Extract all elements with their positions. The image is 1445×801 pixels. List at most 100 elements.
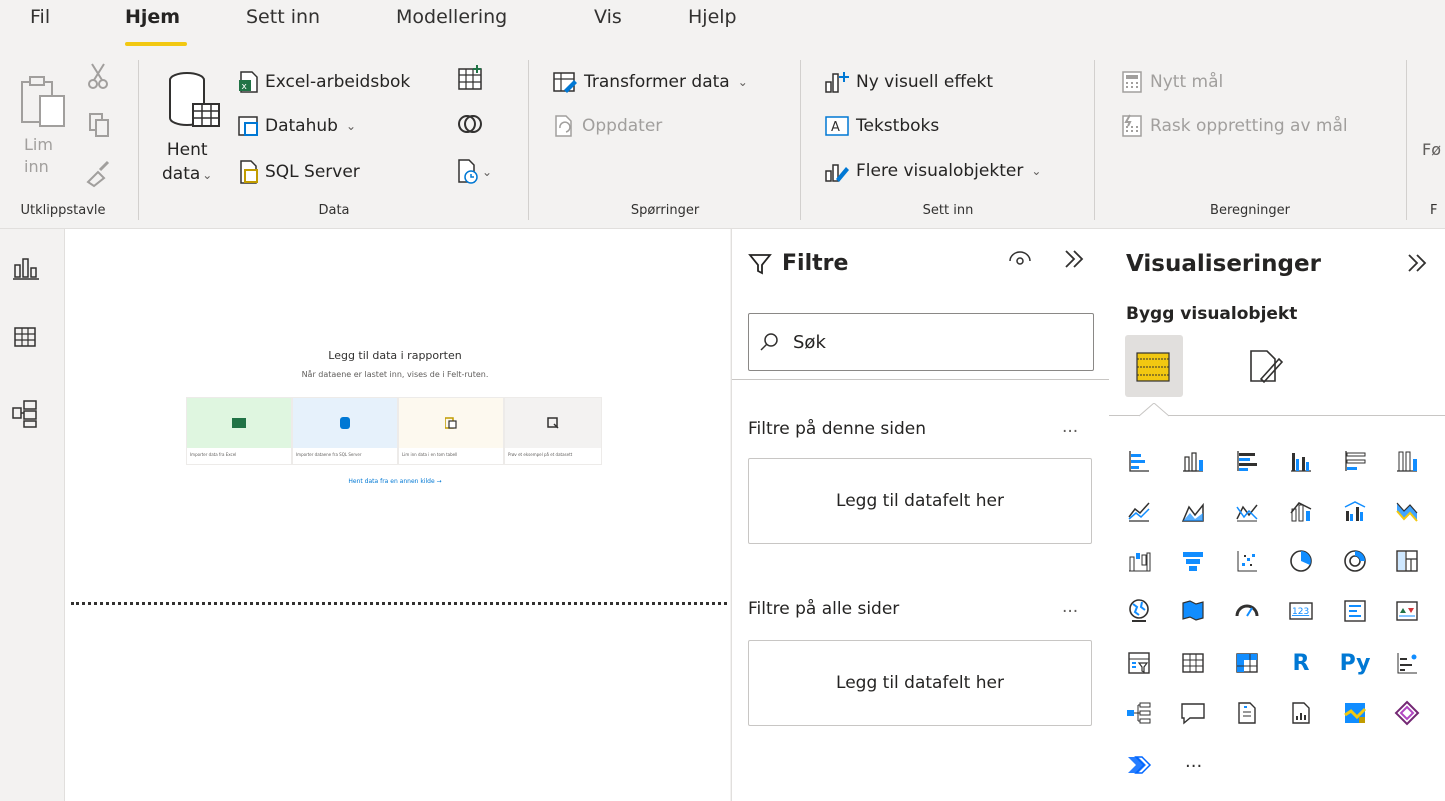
table-icon[interactable] (1179, 649, 1207, 677)
filled-map-icon[interactable] (1179, 597, 1207, 625)
cut-off-group-label: F (1430, 203, 1438, 218)
get-data-button[interactable] (165, 70, 225, 138)
all-filters-more-button[interactable]: ... (1062, 597, 1078, 617)
textbox-label: Tekstboks (856, 116, 940, 136)
cut-off-button-label: Fø (1422, 140, 1441, 159)
card-icon[interactable]: 123 (1287, 597, 1315, 625)
stacked-column-chart-icon[interactable] (1179, 447, 1207, 475)
collapse-visualizations-button[interactable] (1405, 251, 1429, 279)
matrix-icon[interactable] (1233, 649, 1261, 677)
menu-hjem[interactable]: Hjem (125, 6, 180, 28)
textbox-button[interactable]: A Tekstboks (824, 114, 939, 138)
group-separator (138, 60, 139, 220)
page-filters-drop-zone[interactable]: Legg til datafelt her (748, 458, 1092, 544)
double-chevron-right-icon (1065, 250, 1084, 268)
new-measure-button[interactable]: Nytt mål (1120, 70, 1223, 94)
sample-data-card-header (505, 398, 601, 448)
format-visual-tab[interactable] (1245, 347, 1285, 391)
calculations-group-label: Beregninger (1210, 203, 1290, 218)
paste-data-card[interactable]: Lim inn data i en tom tabell (398, 397, 504, 465)
menu-fil[interactable]: Fil (30, 6, 50, 28)
paginated-report-icon[interactable] (1287, 699, 1315, 727)
donut-chart-icon[interactable] (1341, 547, 1369, 575)
copy-button[interactable] (88, 112, 110, 142)
waterfall-chart-icon[interactable] (1125, 547, 1153, 575)
pie-chart-icon[interactable] (1287, 547, 1315, 575)
all-filters-drop-zone[interactable]: Legg til datafelt her (748, 640, 1092, 726)
group-separator (800, 60, 801, 220)
svg-text:x: x (242, 82, 248, 92)
area-chart-icon[interactable] (1179, 497, 1207, 525)
filter-search-input[interactable]: Søk (748, 313, 1094, 371)
multi-row-card-icon[interactable] (1341, 597, 1369, 625)
treemap-icon[interactable] (1393, 547, 1421, 575)
funnel-chart-icon[interactable] (1179, 547, 1207, 575)
r-script-visual-icon[interactable]: R (1287, 649, 1315, 677)
new-visual-button[interactable]: Ny visuell effekt (824, 70, 993, 94)
sample-data-card[interactable]: Prøv et eksempel på et datasett (504, 397, 602, 465)
clustered-bar-chart-icon[interactable] (1233, 447, 1261, 475)
more-visuals-ellipsis[interactable]: ... (1185, 751, 1202, 772)
sql-server-button[interactable]: SQL Server (237, 159, 360, 185)
scatter-chart-icon[interactable] (1233, 547, 1261, 575)
menu-modellering[interactable]: Modellering (396, 6, 507, 28)
fields-well-icon (1136, 352, 1170, 382)
clustered-column-chart-icon[interactable] (1287, 447, 1315, 475)
import-excel-card[interactable]: Importer data fra Excel (186, 397, 292, 465)
new-visual-icon (825, 72, 849, 93)
map-icon[interactable] (1125, 597, 1153, 625)
menu-vis[interactable]: Vis (594, 6, 622, 28)
more-visuals-button[interactable]: Flere visualobjekter ⌄ (824, 159, 1041, 183)
format-painter-button[interactable] (84, 160, 112, 192)
enter-data-button[interactable] (456, 64, 484, 96)
decomposition-tree-icon[interactable] (1125, 699, 1153, 727)
report-view-button[interactable] (12, 255, 40, 285)
stacked-bar-chart-icon[interactable] (1125, 447, 1153, 475)
build-visual-tab[interactable] (1125, 335, 1183, 397)
key-influencers-icon[interactable] (1393, 649, 1421, 677)
import-sql-card[interactable]: Importer dataene fra SQL Server (292, 397, 398, 465)
filter-visibility-button[interactable] (1008, 249, 1032, 273)
qa-visual-icon[interactable] (1179, 699, 1207, 727)
model-view-button[interactable] (12, 399, 40, 433)
quick-measure-button[interactable]: Rask oppretting av mål (1120, 114, 1348, 138)
kpi-icon[interactable] (1393, 597, 1421, 625)
azure-map-icon[interactable] (1341, 699, 1369, 727)
refresh-label: Oppdater (582, 116, 663, 136)
page-filters-drop-label: Legg til datafelt her (836, 491, 1004, 511)
line-and-clustered-column-chart-icon[interactable] (1341, 497, 1369, 525)
100-stacked-bar-chart-icon[interactable] (1341, 447, 1369, 475)
menu-hjelp[interactable]: Hjelp (688, 6, 737, 28)
power-automate-icon[interactable] (1125, 751, 1153, 779)
python-visual-icon[interactable]: Py (1340, 649, 1371, 677)
power-apps-icon[interactable] (1393, 699, 1421, 727)
page-filters-more-button[interactable]: ... (1062, 417, 1078, 437)
chevron-down-icon: ⌄ (345, 119, 356, 133)
paste-data-card-header (399, 398, 503, 448)
line-chart-icon[interactable] (1125, 497, 1153, 525)
gauge-icon[interactable] (1233, 597, 1261, 625)
refresh-button[interactable]: Oppdater (552, 114, 662, 138)
recent-sources-button[interactable]: ⌄ (456, 158, 492, 190)
transform-data-button[interactable]: Transformer data ⌄ (552, 70, 748, 94)
collapse-filters-button[interactable] (1062, 247, 1086, 275)
line-and-stacked-column-chart-icon[interactable] (1287, 497, 1315, 525)
menu-sett-inn[interactable]: Sett inn (246, 6, 320, 28)
stacked-area-chart-icon[interactable] (1233, 497, 1261, 525)
table-view-icon (14, 327, 36, 347)
100-stacked-column-chart-icon[interactable] (1393, 447, 1421, 475)
datahub-button[interactable]: Datahub ⌄ (237, 114, 356, 138)
cut-button[interactable] (86, 62, 110, 94)
slicer-icon[interactable] (1125, 649, 1153, 677)
table-view-button[interactable] (12, 325, 40, 355)
other-source-link[interactable]: Hent data fra en annen kilde → (185, 478, 605, 485)
smart-narrative-icon[interactable] (1233, 699, 1261, 727)
chevron-down-icon: ⌄ (202, 168, 213, 182)
ribbon-chart-icon[interactable] (1393, 497, 1421, 525)
dataverse-button[interactable] (456, 110, 484, 142)
excel-workbook-label: Excel-arbeidsbok (265, 72, 411, 92)
active-tab-pointer (1139, 403, 1169, 417)
excel-workbook-button[interactable]: x Excel-arbeidsbok (237, 70, 410, 94)
visualizations-pane: Visualiseringer Bygg visualobjekt 123 R … (1109, 229, 1445, 801)
report-canvas[interactable]: Legg til data i rapporten Når dataene er… (65, 229, 730, 801)
